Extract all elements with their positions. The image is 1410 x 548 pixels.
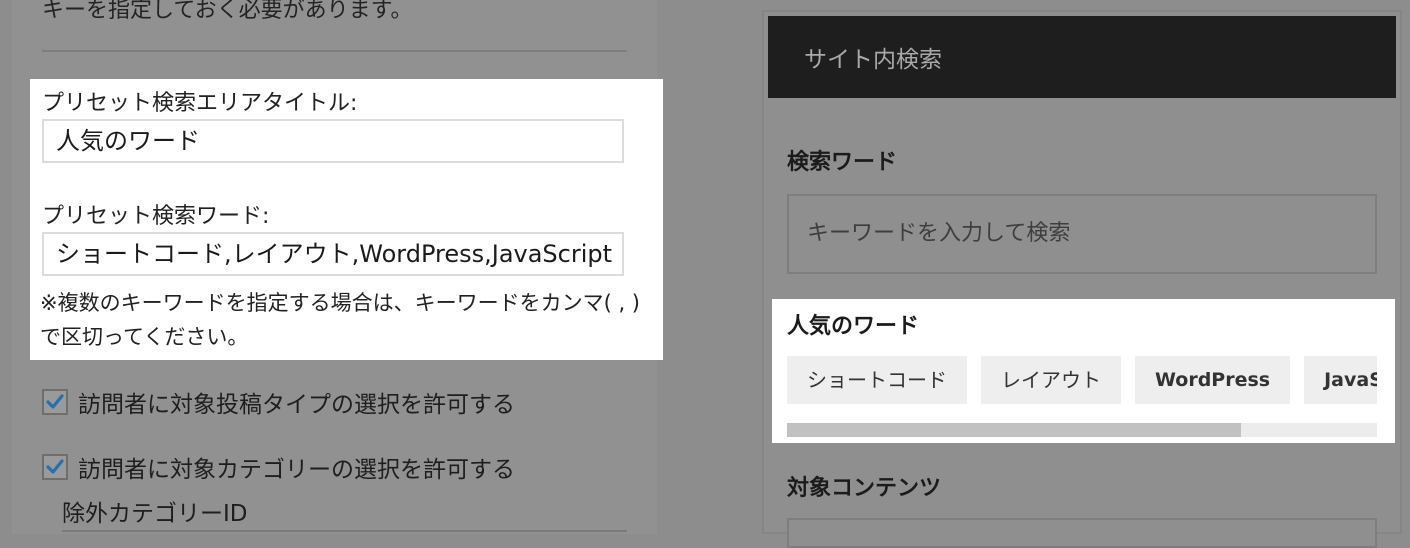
target-content-select[interactable] — [787, 518, 1377, 548]
preset-words-input[interactable]: ショートコード,レイアウト,WordPress,JavaScript — [42, 232, 624, 276]
allow-category-option[interactable]: 訪問者に対象カテゴリーの選択を許可する — [42, 450, 515, 484]
preset-words-label: プリセット検索ワード: — [42, 204, 270, 229]
popular-words-heading: 人気のワード — [787, 314, 920, 339]
divider — [42, 50, 627, 52]
preset-settings-highlight: プリセット検索エリアタイトル: 人気のワード プリセット検索ワード: ショートコ… — [30, 79, 663, 360]
settings-note: キーを指定しておく必要があります。 — [42, 0, 413, 23]
allow-post-type-option[interactable]: 訪問者に対象投稿タイプの選択を許可する — [42, 385, 515, 419]
exclude-category-label: 除外カテゴリーID — [62, 501, 248, 527]
search-input[interactable]: キーワードを入力して検索 — [787, 194, 1377, 274]
tag-layout[interactable]: レイアウト — [981, 356, 1121, 404]
exclude-category-input[interactable] — [62, 530, 627, 532]
allow-post-type-checkbox[interactable] — [42, 389, 68, 415]
preset-title-label: プリセット検索エリアタイトル: — [42, 91, 358, 116]
allow-post-type-label: 訪問者に対象投稿タイプの選択を許可する — [78, 392, 515, 418]
allow-category-checkbox[interactable] — [42, 454, 68, 480]
tags-scrollbar[interactable] — [787, 423, 1377, 437]
tag-shortcode[interactable]: ショートコード — [787, 356, 967, 404]
allow-category-label: 訪問者に対象カテゴリーの選択を許可する — [78, 457, 515, 483]
search-word-heading: 検索ワード — [787, 150, 898, 175]
checkmark-icon — [46, 394, 64, 409]
preset-words-note: ※複数のキーワードを指定する場合は、キーワードをカンマ( , )で区切ってくださ… — [40, 291, 641, 349]
tag-javascript[interactable]: JavaScript — [1304, 356, 1377, 404]
popular-words-highlight: 人気のワード ショートコードレイアウト WordPress JavaScript — [772, 299, 1395, 443]
popular-tags-row[interactable]: ショートコードレイアウト WordPress JavaScript — [787, 356, 1377, 404]
preset-title-input[interactable]: 人気のワード — [42, 119, 624, 163]
widget-title: サイト内検索 — [804, 47, 942, 73]
target-content-heading: 対象コンテンツ — [787, 476, 942, 501]
tag-wordpress[interactable]: WordPress — [1135, 356, 1291, 404]
checkmark-icon — [46, 459, 64, 474]
widget-header: サイト内検索 — [768, 16, 1396, 98]
tags-scrollbar-thumb[interactable] — [787, 423, 1242, 437]
